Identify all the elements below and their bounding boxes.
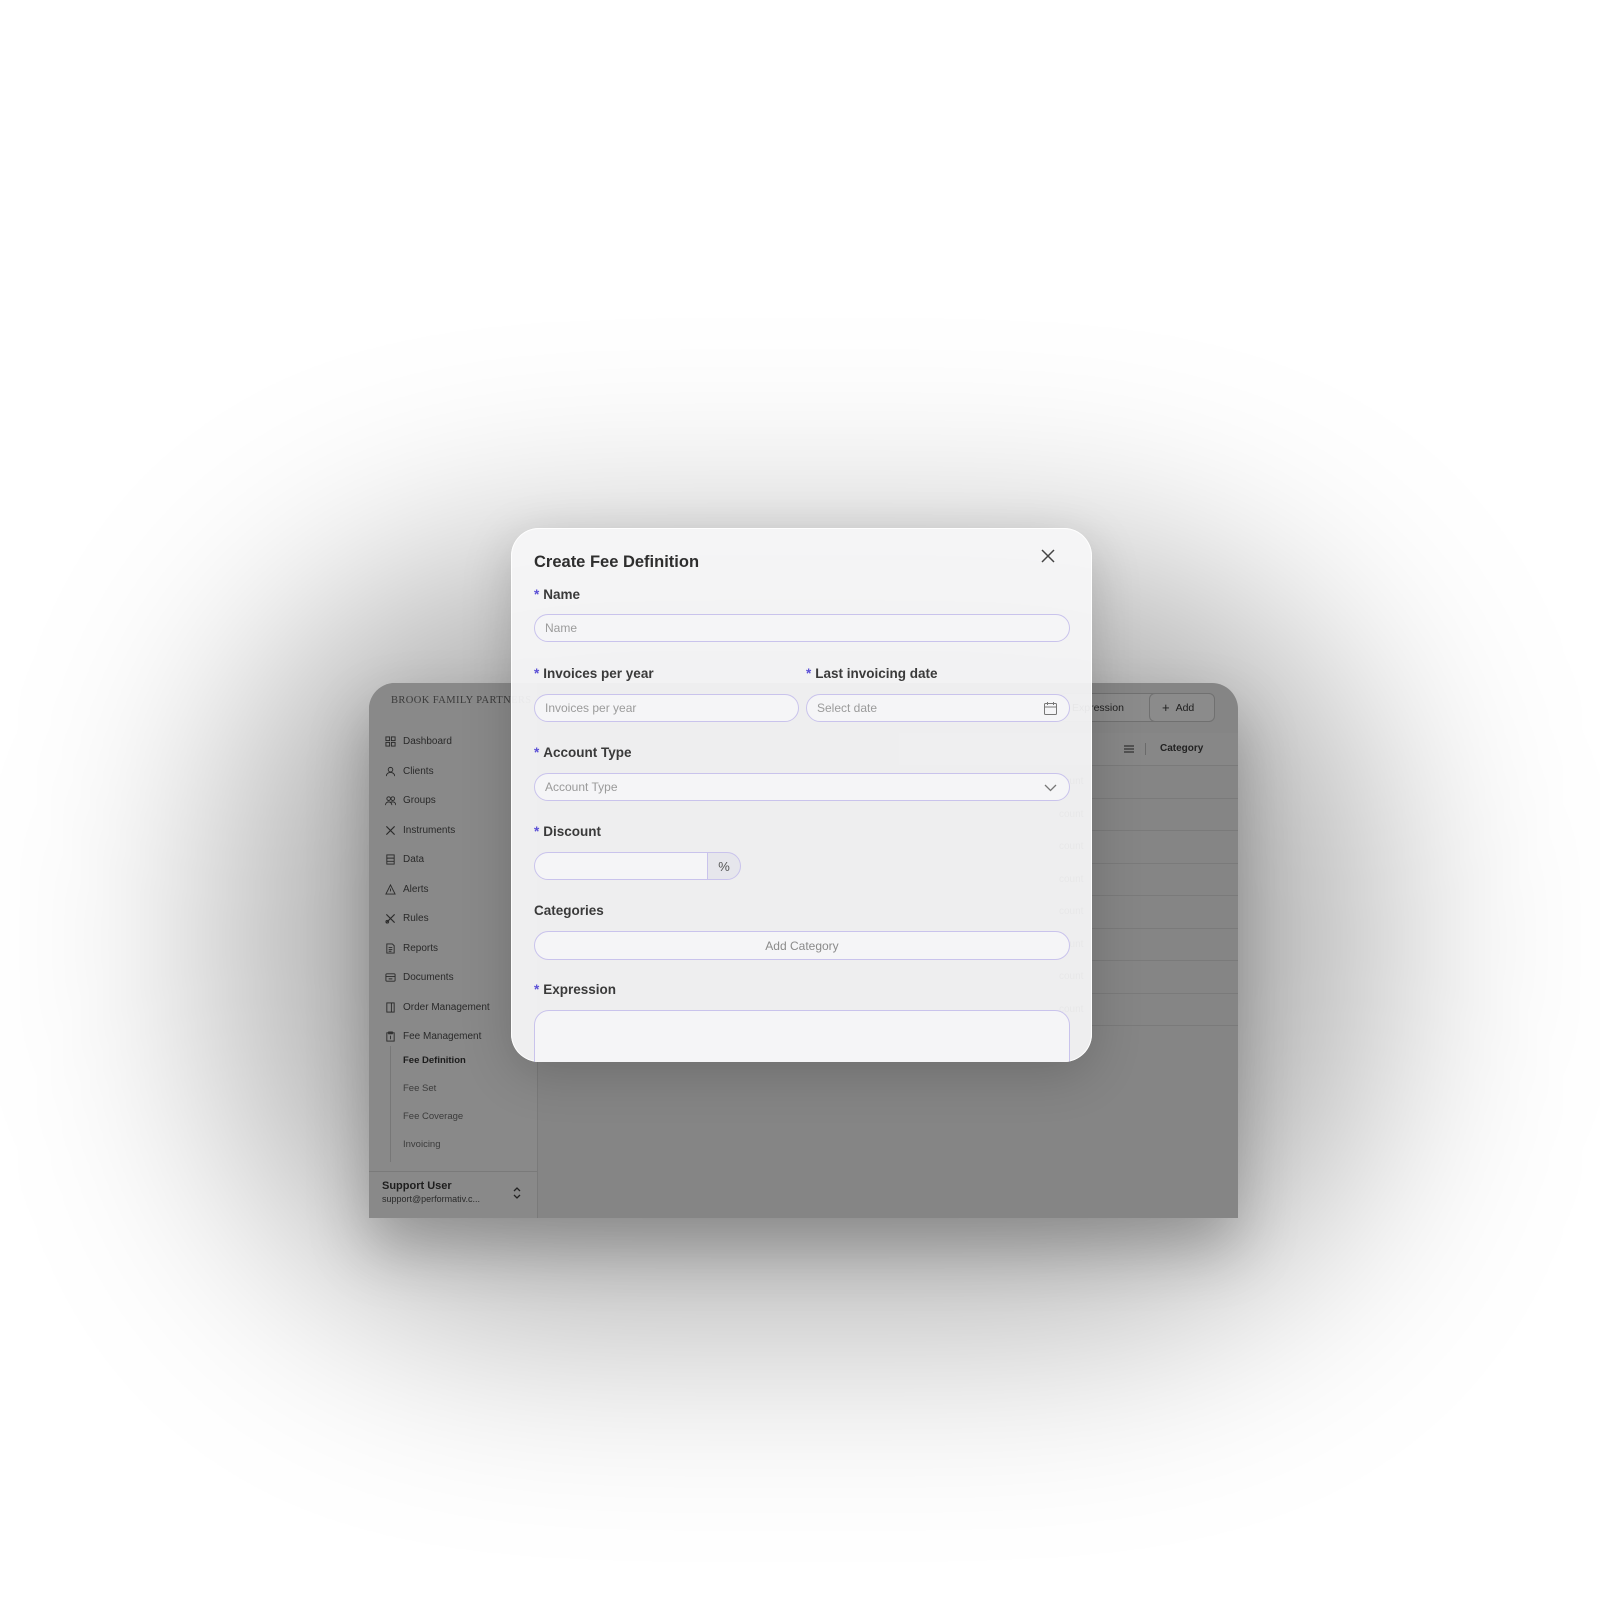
subnav-invoicing[interactable]: Invoicing [391,1130,466,1158]
last-invoicing-date-label: * Last invoicing date [806,666,938,681]
sidebar-item-label: Clients [403,765,434,777]
fee-icon [385,1031,396,1042]
account-type-placeholder: Account Type [545,780,618,794]
calendar-icon[interactable] [1043,701,1058,716]
account-type-select[interactable]: Account Type [534,773,1070,801]
user-menu[interactable]: Support User support@performativ.c... [369,1171,537,1218]
warning-icon [385,883,396,895]
invoices-per-year-label-text: Invoices per year [543,666,654,681]
fee-management-subnav: Fee Definition Fee Set Fee Coverage Invo… [390,1046,466,1162]
discount-input[interactable] [545,859,709,873]
categories-label: Categories [534,903,604,918]
tools-icon [385,825,396,836]
name-label: * Name [534,587,580,602]
last-invoicing-date-label-text: Last invoicing date [815,666,938,681]
required-mark: * [534,745,540,760]
sidebar-item-label: Instruments [403,824,456,836]
rules-icon [385,913,396,924]
invoices-per-year-input[interactable] [545,701,798,715]
subnav-fee-definition[interactable]: Fee Definition [391,1046,466,1074]
user-email: support@performativ.c... [382,1194,481,1204]
expression-label-text: Expression [543,982,617,997]
name-label-text: Name [543,587,581,602]
last-invoicing-date-field [806,694,1070,722]
last-invoicing-date-input[interactable] [817,701,1069,715]
sidebar-item-label: Order Management [403,1001,490,1013]
sidebar-item-label: Reports [403,942,439,954]
report-icon [385,943,396,954]
add-button[interactable]: + Add [1149,693,1215,722]
required-mark: * [806,666,812,681]
dialog-title: Create Fee Definition [534,553,700,571]
subnav-fee-coverage[interactable]: Fee Coverage [391,1102,466,1130]
user-name: Support User [382,1180,452,1192]
plus-icon: + [1162,700,1170,715]
add-category-label: Add Category [765,938,839,953]
sidebar-item-label: Alerts [403,883,429,895]
name-input[interactable] [545,621,1069,635]
expression-editor[interactable] [534,1010,1070,1062]
account-type-label-text: Account Type [543,745,632,760]
account-type-label: * Account Type [534,745,632,760]
close-icon[interactable] [1038,546,1058,566]
expression-label: * Expression [534,982,616,997]
menu-icon[interactable] [1123,743,1135,755]
percent-addon: % [707,852,741,880]
name-field [534,614,1070,642]
chevron-up-down-icon[interactable] [512,1186,522,1200]
database-icon [385,854,396,865]
subnav-fee-set[interactable]: Fee Set [391,1074,466,1102]
sidebar-item-label: Dashboard [403,736,452,748]
discount-label-text: Discount [543,824,602,839]
add-category-button[interactable]: Add Category [534,931,1070,960]
create-fee-definition-dialog: Create Fee Definition *Name *Invoices pe… [511,528,1092,1062]
required-mark: * [534,824,540,839]
sidebar-item-label: Documents [403,972,454,984]
dashboard-icon [385,736,396,747]
discount-label: * Discount [534,824,601,839]
sidebar-item-label: Groups [403,795,436,807]
discount-field: % [534,852,741,880]
sidebar-item-label: Rules [403,913,429,925]
user-icon [385,766,396,777]
users-icon [385,795,396,806]
sidebar-item-label: Fee Management [403,1031,482,1043]
required-mark: * [534,666,540,681]
add-button-label: Add [1175,701,1195,714]
column-header-category[interactable]: Category [1160,743,1203,754]
required-mark: * [534,587,540,602]
documents-icon [385,972,396,983]
required-mark: * [534,982,540,997]
chevron-down-icon [1044,784,1057,792]
order-icon [385,1002,396,1013]
header-divider [1145,743,1146,755]
categories-label-text: Categories [534,903,604,918]
sidebar-item-label: Data [403,854,425,866]
invoices-per-year-field [534,694,799,722]
invoices-per-year-label: * Invoices per year [534,666,654,681]
